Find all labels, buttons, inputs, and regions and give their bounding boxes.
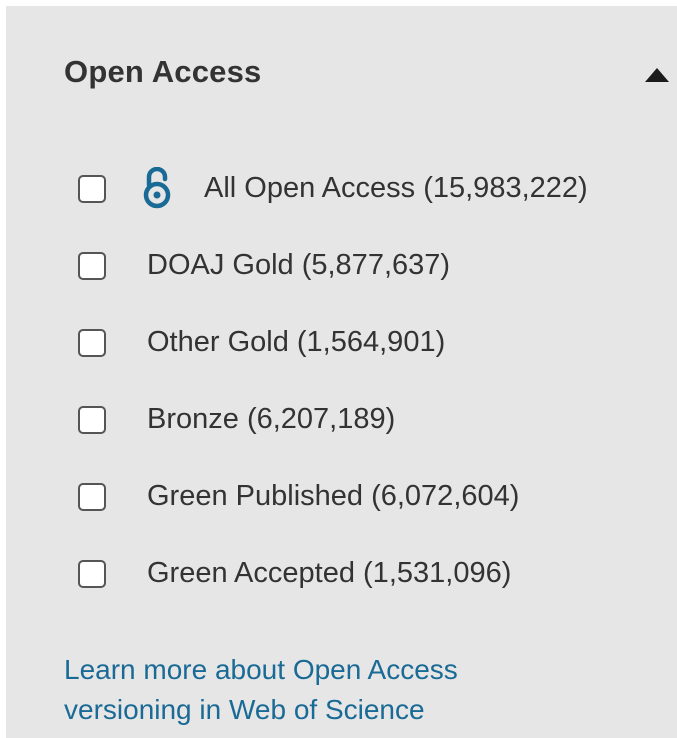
learn-more-link[interactable]: Learn more about Open Access versioning … [64,650,584,730]
checkbox-bronze[interactable] [78,406,106,434]
open-access-filter-panel: Open Access All Open Access (15,983,222)… [6,6,677,738]
option-label: Green Accepted (1,531,096) [147,557,512,589]
open-access-filter-header[interactable]: Open Access [6,6,677,134]
checkbox-doaj-gold[interactable] [78,252,106,280]
option-doaj-gold[interactable]: DOAJ Gold (5,877,637) [6,231,677,308]
caret-up-icon[interactable] [643,66,671,84]
option-label: DOAJ Gold (5,877,637) [147,249,451,281]
filter-title: Open Access [64,54,262,89]
open-access-lock-icon [142,167,172,209]
option-label: All Open Access (15,983,222) [204,172,588,204]
checkbox-green-accepted[interactable] [78,560,106,588]
option-all-open-access[interactable]: All Open Access (15,983,222) [6,154,677,231]
filter-options-list: All Open Access (15,983,222) DOAJ Gold (… [6,154,677,616]
option-label: Other Gold (1,564,901) [147,326,446,358]
option-label: Bronze (6,207,189) [147,403,396,435]
option-label: Green Published (6,072,604) [147,480,520,512]
checkbox-all-open-access[interactable] [78,175,106,203]
option-bronze[interactable]: Bronze (6,207,189) [6,385,677,462]
option-other-gold[interactable]: Other Gold (1,564,901) [6,308,677,385]
checkbox-green-published[interactable] [78,483,106,511]
checkbox-other-gold[interactable] [78,329,106,357]
option-green-accepted[interactable]: Green Accepted (1,531,096) [6,539,677,616]
option-green-published[interactable]: Green Published (6,072,604) [6,462,677,539]
